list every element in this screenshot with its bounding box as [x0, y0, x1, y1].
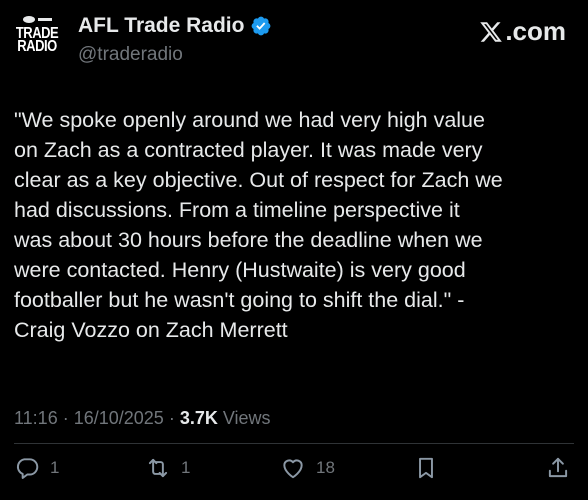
- like-button[interactable]: 18: [280, 455, 335, 481]
- tweet-time[interactable]: 11:16: [14, 408, 58, 429]
- meta-separator: ·: [168, 408, 175, 428]
- source-label: .com: [479, 16, 566, 47]
- like-count: 18: [316, 458, 335, 477]
- views-label: Views: [222, 408, 271, 428]
- tweet-card: TRADE RADIO AFL Trade Radio @traderadio …: [0, 0, 588, 500]
- bookmark-icon: [419, 457, 433, 479]
- afl-logo-icon: [22, 16, 52, 23]
- handle[interactable]: @traderadio: [78, 44, 183, 66]
- tweet-text: "We spoke openly around we had very high…: [14, 108, 503, 342]
- meta-separator: ·: [62, 408, 69, 428]
- avatar-text-line2: RADIO: [17, 36, 57, 55]
- share-button[interactable]: [545, 455, 571, 481]
- author-name-row[interactable]: AFL Trade Radio: [78, 14, 272, 38]
- divider: [14, 443, 574, 444]
- heart-icon: [283, 459, 303, 479]
- reply-icon: [16, 458, 39, 479]
- avatar[interactable]: TRADE RADIO: [14, 16, 60, 66]
- bookmark-button[interactable]: [413, 455, 439, 481]
- x-logo-icon: [480, 21, 503, 42]
- repost-count: 1: [181, 458, 191, 477]
- share-icon: [548, 457, 568, 478]
- reply-button[interactable]: 1: [14, 455, 59, 481]
- source-domain: .com: [505, 16, 566, 46]
- tweet-meta: 11:16 · 16/10/2025 · 3.7K Views: [14, 408, 271, 429]
- verified-badge-icon: [252, 16, 271, 36]
- views-count: 3.7K: [179, 408, 218, 428]
- repost-button[interactable]: 1: [145, 455, 190, 481]
- display-name[interactable]: AFL Trade Radio: [78, 14, 244, 38]
- reply-count: 1: [50, 458, 60, 477]
- repost-icon: [148, 458, 168, 478]
- tweet-date[interactable]: 16/10/2025: [74, 408, 164, 429]
